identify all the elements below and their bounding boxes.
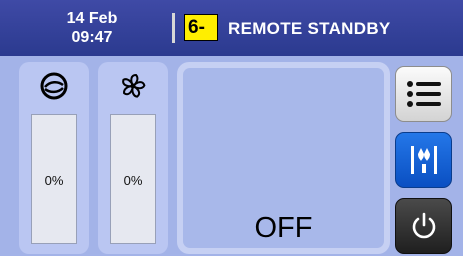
water-drain-icon — [410, 146, 437, 174]
list-menu-icon — [406, 81, 441, 107]
fan-gauge-bar: 0% — [110, 114, 156, 244]
mode-code-badge: 6- — [184, 14, 218, 41]
main-status-area: OFF — [177, 62, 390, 254]
menu-button[interactable] — [395, 66, 452, 122]
power-icon — [412, 212, 435, 239]
compressor-gauge-value: 0% — [44, 173, 64, 188]
compressor-gauge-bar: 0% — [31, 114, 77, 244]
compressor-icon — [40, 72, 68, 100]
date-text: 14 Feb — [66, 10, 118, 27]
fan-gauge-value: 0% — [123, 173, 143, 188]
header-divider — [172, 13, 175, 43]
water-drain-button[interactable] — [395, 132, 452, 188]
time-text: 09:47 — [71, 29, 113, 46]
power-button[interactable] — [395, 198, 452, 254]
header-bar: 14 Feb 09:47 6- REMOTE STANDBY — [0, 0, 463, 56]
fan-gauge-panel: 0% — [98, 62, 168, 254]
date-time-display: 14 Feb 09:47 — [48, 9, 136, 47]
main-status-panel: OFF — [183, 68, 384, 248]
fan-icon — [122, 73, 146, 98]
mode-label: REMOTE STANDBY — [228, 19, 391, 38]
unit-status-text: OFF — [254, 212, 313, 244]
compressor-gauge-panel: 0% — [19, 62, 89, 254]
